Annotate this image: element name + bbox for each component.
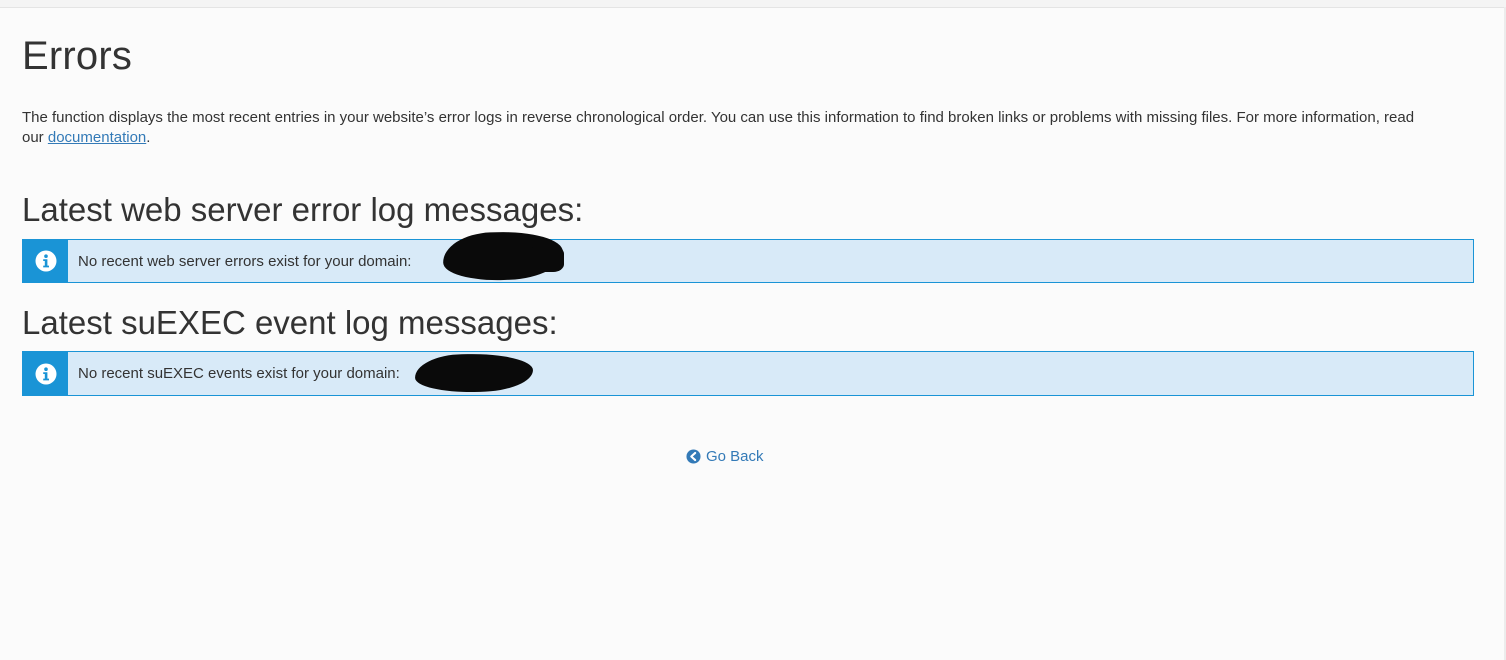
suexec-event-heading: Latest suEXEC event log messages: [22, 304, 558, 341]
redacted-domain-edge [528, 246, 564, 272]
description-text: The function displays the most recent en… [22, 109, 1415, 146]
page-title: Errors [22, 34, 133, 78]
description-end: . [146, 129, 151, 146]
web-server-error-message: No recent web server errors exist for yo… [78, 252, 412, 270]
alert-icon-cell [23, 352, 68, 395]
redacted-domain [414, 352, 534, 394]
arrow-circle-left-icon [686, 449, 701, 464]
info-circle-icon [35, 250, 56, 272]
go-back-link[interactable]: Go Back [686, 448, 764, 465]
top-bar [0, 0, 1506, 8]
suexec-event-message: No recent suEXEC events exist for your d… [78, 365, 400, 382]
alert-icon-cell [23, 240, 68, 282]
documentation-link[interactable]: documentation [48, 129, 146, 146]
web-server-error-alert: No recent web server errors exist for yo… [22, 229, 1474, 283]
page-description: The function displays the most recent en… [22, 108, 1422, 148]
info-circle-icon [35, 363, 56, 384]
go-back-label: Go Back [706, 448, 764, 465]
web-server-error-heading: Latest web server error log messages: [22, 191, 584, 228]
suexec-event-alert: No recent suEXEC events exist for your d… [22, 351, 1474, 396]
